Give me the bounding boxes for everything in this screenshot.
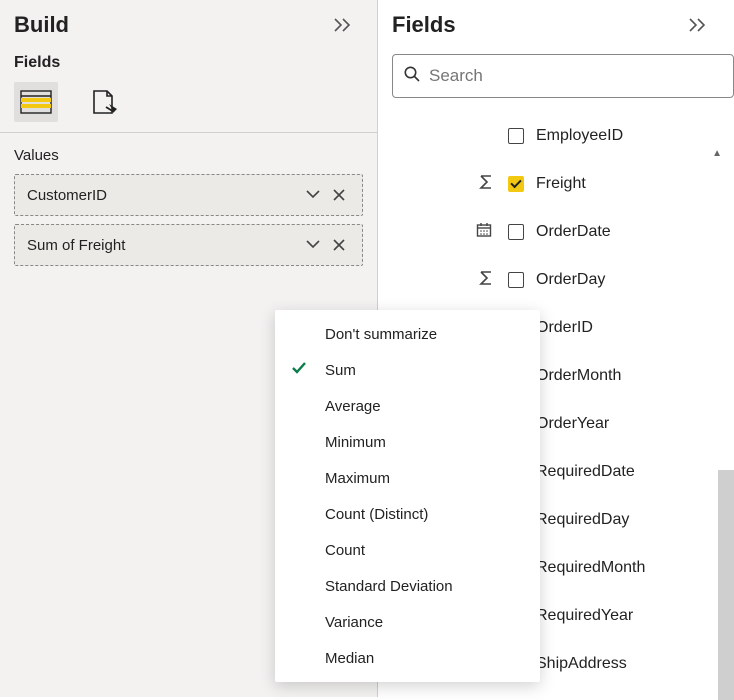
field-label: OrderDate <box>536 223 611 241</box>
aggregation-menu-item[interactable]: Count <box>275 532 540 568</box>
field-label: OrderMonth <box>536 367 621 385</box>
aggregation-menu-label: Median <box>325 650 374 667</box>
field-checkbox[interactable] <box>508 128 524 144</box>
aggregation-menu-label: Don't summarize <box>325 326 437 343</box>
values-label: Values <box>0 133 377 174</box>
chevron-down-icon[interactable] <box>300 232 326 258</box>
paste-visual-button[interactable] <box>82 82 126 122</box>
aggregation-menu-label: Variance <box>325 614 383 631</box>
field-label: RequiredDate <box>536 463 635 481</box>
remove-field-button[interactable] <box>326 182 352 208</box>
aggregation-menu-item[interactable]: Minimum <box>275 424 540 460</box>
aggregation-menu-item[interactable]: Don't summarize <box>275 316 540 352</box>
field-pill-label: CustomerID <box>27 187 300 204</box>
aggregation-menu-item[interactable]: Count (Distinct) <box>275 496 540 532</box>
collapse-build-button[interactable] <box>329 10 359 40</box>
sigma-icon <box>478 270 494 291</box>
field-label: OrderDay <box>536 271 605 289</box>
scrollbar-thumb[interactable] <box>718 470 734 700</box>
build-title: Build <box>14 12 69 38</box>
field-row[interactable]: EmployeeID <box>378 112 734 160</box>
field-checkbox[interactable] <box>508 272 524 288</box>
aggregation-menu-item[interactable]: Sum <box>275 352 540 388</box>
aggregation-menu-item[interactable]: Average <box>275 388 540 424</box>
search-icon <box>403 65 421 88</box>
aggregation-menu-label: Count <box>325 542 365 559</box>
field-row[interactable]: Freight <box>378 160 734 208</box>
field-checkbox[interactable] <box>508 176 524 192</box>
field-pill-customerid[interactable]: CustomerID <box>14 174 363 216</box>
search-wrap <box>378 46 734 112</box>
aggregation-menu-label: Minimum <box>325 434 386 451</box>
build-toolbar <box>0 78 377 132</box>
aggregation-menu-item[interactable]: Variance <box>275 604 540 640</box>
field-label: OrderID <box>536 319 593 337</box>
field-row[interactable]: OrderDay <box>378 256 734 304</box>
search-box[interactable] <box>392 54 734 98</box>
sigma-icon <box>478 174 494 195</box>
field-label: RequiredYear <box>536 607 633 625</box>
collapse-fields-button[interactable] <box>684 10 714 40</box>
field-label: EmployeeID <box>536 127 623 145</box>
aggregation-menu-label: Standard Deviation <box>325 578 453 595</box>
field-pill-freight[interactable]: Sum of Freight <box>14 224 363 266</box>
values-well[interactable]: CustomerID Sum of Freight <box>0 174 377 266</box>
aggregation-menu-label: Maximum <box>325 470 390 487</box>
field-label: OrderYear <box>536 415 609 433</box>
fields-title: Fields <box>392 12 456 38</box>
fields-header: Fields <box>378 0 734 46</box>
field-checkbox[interactable] <box>508 224 524 240</box>
build-fields-label: Fields <box>0 46 377 78</box>
table-visual-button[interactable] <box>14 82 58 122</box>
chevron-down-icon[interactable] <box>300 182 326 208</box>
field-pill-label: Sum of Freight <box>27 237 300 254</box>
aggregation-menu-label: Count (Distinct) <box>325 506 428 523</box>
search-input[interactable] <box>429 66 723 86</box>
build-header: Build <box>0 0 377 46</box>
calendar-icon <box>476 222 492 243</box>
field-row[interactable]: OrderDate <box>378 208 734 256</box>
aggregation-menu-item[interactable]: Median <box>275 640 540 676</box>
check-icon <box>291 361 307 379</box>
field-label: Freight <box>536 175 586 193</box>
field-label: RequiredDay <box>536 511 629 529</box>
sort-caret-icon[interactable]: ▲ <box>712 148 722 159</box>
field-label: RequiredMonth <box>536 559 645 577</box>
aggregation-menu-item[interactable]: Standard Deviation <box>275 568 540 604</box>
aggregation-menu-item[interactable]: Maximum <box>275 460 540 496</box>
aggregation-menu-label: Average <box>325 398 381 415</box>
remove-field-button[interactable] <box>326 232 352 258</box>
field-label: ShipAddress <box>536 655 627 673</box>
aggregation-menu-label: Sum <box>325 362 356 379</box>
aggregation-menu[interactable]: Don't summarize Sum Average Minimum Maximum C… <box>275 310 540 682</box>
